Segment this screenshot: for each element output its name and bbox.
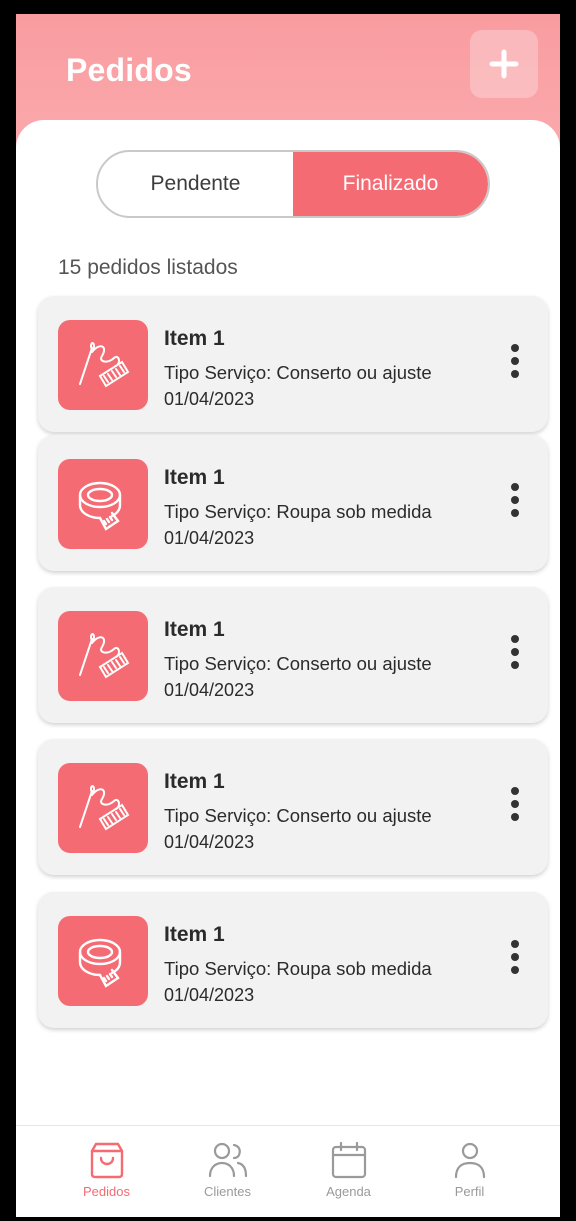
measuring-tape-icon (78, 938, 122, 988)
nav-label: Agenda (326, 1184, 371, 1199)
tab-pendente[interactable]: Pendente (98, 152, 293, 216)
dot (511, 370, 519, 378)
needle-thread-icon (79, 633, 130, 679)
order-date: 01/04/2023 (164, 832, 255, 852)
nav-clientes[interactable]: Clientes (183, 1140, 273, 1199)
order-date: 01/04/2023 (164, 985, 255, 1005)
more-options-button[interactable] (504, 783, 526, 825)
order-service-type: Tipo Serviço: Conserto ou ajuste (164, 805, 432, 826)
order-count: 15 pedidos listados (58, 256, 238, 279)
dot (511, 496, 519, 504)
measuring-tape-icon (78, 481, 122, 531)
app-frame: Pedidos Pendente Finalizado 15 pedidos l… (0, 0, 576, 1221)
order-title: Item 1 (164, 618, 225, 641)
order-service-type: Tipo Serviço: Conserto ou ajuste (164, 362, 432, 383)
page-title: Pedidos (66, 52, 192, 88)
order-card[interactable]: Item 1 Tipo Serviço: Roupa sob medida 01… (38, 892, 548, 1028)
order-service-type: Tipo Serviço: Roupa sob medida (164, 958, 432, 979)
nav-label: Perfil (454, 1184, 485, 1199)
plus-icon (489, 49, 519, 79)
nav-perfil[interactable]: Perfil (425, 1140, 515, 1199)
order-date: 01/04/2023 (164, 528, 255, 548)
calendar-icon (328, 1140, 370, 1180)
needle-thread-icon (79, 342, 130, 388)
dot (511, 635, 519, 643)
order-date: 01/04/2023 (164, 389, 255, 409)
service-thumbnail (58, 763, 148, 853)
more-options-button[interactable] (504, 936, 526, 978)
more-options-button[interactable] (504, 340, 526, 382)
order-card[interactable]: Item 1 Tipo Serviço: Conserto ou ajuste … (38, 587, 548, 723)
order-title: Item 1 (164, 466, 225, 489)
needle-thread-icon (79, 785, 130, 831)
nav-agenda[interactable]: Agenda (304, 1140, 394, 1199)
more-options-button[interactable] (504, 479, 526, 521)
dot (511, 483, 519, 491)
order-card[interactable]: Item 1 Tipo Serviço: Roupa sob medida 01… (38, 435, 548, 571)
dot (511, 787, 519, 795)
dot (511, 953, 519, 961)
bottom-navigation: Pedidos Clientes Agenda Perfil (16, 1125, 560, 1221)
user-icon (449, 1140, 491, 1180)
service-thumbnail (58, 916, 148, 1006)
tab-finalizado[interactable]: Finalizado (293, 152, 488, 216)
order-service-type: Tipo Serviço: Roupa sob medida (164, 501, 432, 522)
dot (511, 357, 519, 365)
dot (511, 813, 519, 821)
users-icon (207, 1140, 249, 1180)
dot (511, 940, 519, 948)
more-options-button[interactable] (504, 631, 526, 673)
order-date: 01/04/2023 (164, 680, 255, 700)
service-thumbnail (58, 611, 148, 701)
service-thumbnail (58, 459, 148, 549)
service-thumbnail (58, 320, 148, 410)
dot (511, 509, 519, 517)
nav-label: Pedidos (83, 1184, 130, 1199)
dot (511, 800, 519, 808)
dot (511, 661, 519, 669)
order-title: Item 1 (164, 923, 225, 946)
order-card[interactable]: Item 1 Tipo Serviço: Conserto ou ajuste … (38, 296, 548, 432)
order-service-type: Tipo Serviço: Conserto ou ajuste (164, 653, 432, 674)
add-order-button[interactable] (470, 30, 538, 98)
order-title: Item 1 (164, 327, 225, 350)
dot (511, 966, 519, 974)
status-tabs: Pendente Finalizado (96, 150, 490, 218)
nav-label: Clientes (204, 1184, 251, 1199)
main-content: Pendente Finalizado 15 pedidos listados … (16, 120, 560, 1221)
order-title: Item 1 (164, 770, 225, 793)
shopping-bag-icon (86, 1140, 128, 1180)
dot (511, 344, 519, 352)
dot (511, 648, 519, 656)
nav-pedidos[interactable]: Pedidos (62, 1140, 152, 1199)
order-card[interactable]: Item 1 Tipo Serviço: Conserto ou ajuste … (38, 739, 548, 875)
